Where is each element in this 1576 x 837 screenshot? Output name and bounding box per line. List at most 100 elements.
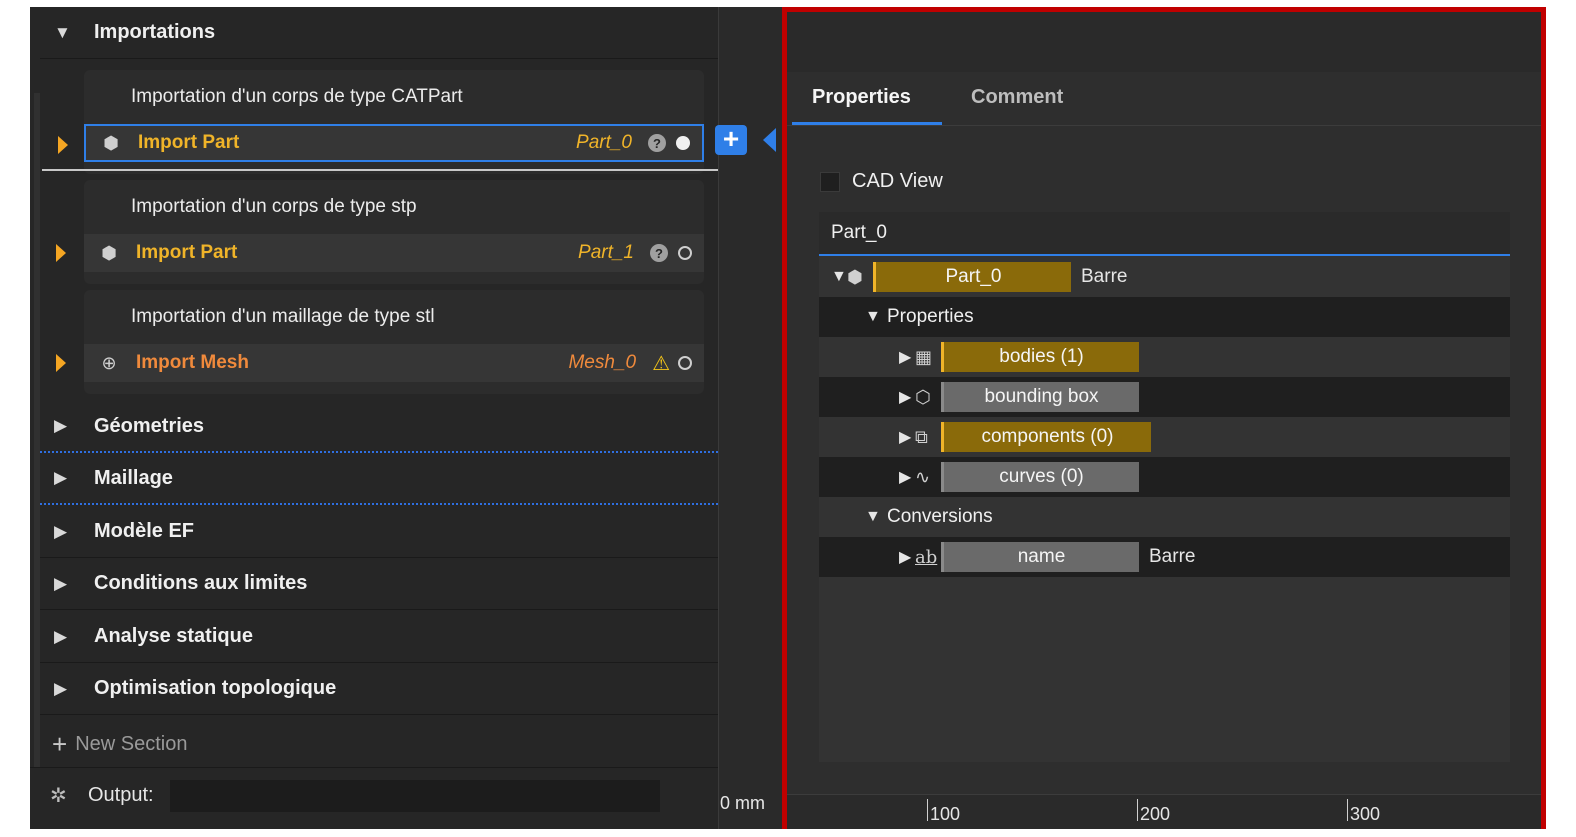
status-dot	[678, 356, 692, 370]
caret-right-icon[interactable]: ▶	[899, 347, 915, 367]
tree-item-name[interactable]: ▶ ab name Barre	[819, 537, 1510, 577]
chevron-down-icon[interactable]: ▼	[865, 308, 881, 326]
section-title: Optimisation topologique	[94, 677, 337, 699]
section-importations[interactable]: ▼ Importations	[40, 7, 718, 59]
caret-right-icon	[56, 244, 66, 262]
add-step-button[interactable]: +	[715, 125, 747, 155]
section-analyse[interactable]: ▶ Analyse statique	[40, 611, 718, 663]
group-label: Properties	[887, 306, 974, 327]
tree-root-row[interactable]: ▼ ⬢ Part_0 Barre	[819, 257, 1510, 297]
chevron-right-icon: ▶	[54, 573, 68, 593]
step-description: Importation d'un maillage de type stl	[131, 306, 435, 327]
tree-item-components[interactable]: ▶ ⧉ components (0)	[819, 417, 1510, 457]
item-name: name	[941, 542, 1139, 572]
active-tab-indicator	[792, 122, 942, 125]
divider	[42, 169, 718, 171]
tree-item-bounding-box[interactable]: ▶ ⬡ bounding box	[819, 377, 1510, 417]
collapse-arrow-icon[interactable]	[763, 128, 776, 152]
chevron-down-icon[interactable]: ▼	[865, 508, 881, 526]
app-window: ▼ Importations Importation d'un corps de…	[30, 7, 1546, 829]
section-title: Géometries	[94, 414, 205, 437]
chevron-down-icon: ▼	[54, 22, 71, 42]
box-icon: ⬡	[915, 386, 931, 407]
step-label: Import Part	[138, 132, 240, 153]
globe-icon: ⊕	[101, 352, 117, 373]
caret-right-icon[interactable]: ▶	[899, 387, 915, 407]
step-card[interactable]: Importation d'un corps de type CATPart ⬢…	[58, 70, 704, 174]
cad-view-checkbox[interactable]	[820, 171, 840, 192]
section-title: Analyse statique	[94, 625, 253, 647]
help-icon[interactable]: ?	[650, 244, 668, 262]
cube-icon: ⬢	[103, 132, 119, 153]
chevron-down-icon[interactable]: ▼	[831, 268, 847, 286]
plus-icon: +	[52, 729, 68, 759]
new-section-button[interactable]: + New Section	[52, 729, 187, 760]
step-card[interactable]: Importation d'un maillage de type stl ⊕ …	[56, 290, 704, 394]
properties-panel: Properties Comment CAD View Part_0 ▼ ⬢ P…	[782, 7, 1546, 829]
object-name: Part_1	[578, 242, 634, 263]
caret-right-icon[interactable]: ▶	[899, 467, 915, 487]
step-row[interactable]: ⬢ Import Part Part_0 ?	[58, 124, 704, 162]
tree-item-curves[interactable]: ▶ ∿ curves (0)	[819, 457, 1510, 497]
chevron-right-icon: ▶	[54, 678, 68, 698]
ruler-tick-label: 300	[1347, 799, 1380, 824]
warning-icon[interactable]: ⚠	[652, 351, 670, 376]
bodies-icon: ▦	[915, 346, 933, 367]
section-title: Conditions aux limites	[94, 572, 308, 594]
workflow-panel: ▼ Importations Importation d'un corps de…	[30, 7, 718, 829]
root-name: Part_0	[873, 262, 1071, 292]
property-tree: Part_0 ▼ ⬢ Part_0 Barre ▼ Properties ▶ ▦…	[819, 212, 1510, 762]
section-maillage[interactable]: ▶ Maillage	[40, 453, 718, 505]
section-geometries[interactable]: ▶ Géometries	[40, 401, 718, 453]
components-icon: ⧉	[915, 426, 928, 447]
step-card[interactable]: Importation d'un corps de type stp ⬢ Imp…	[56, 180, 704, 284]
caret-right-icon[interactable]: ▶	[899, 427, 915, 447]
object-name: Mesh_0	[568, 352, 637, 373]
step-description: Importation d'un corps de type stp	[131, 196, 417, 217]
tab-bar: Properties Comment	[787, 72, 1541, 126]
item-name: curves (0)	[941, 462, 1139, 492]
panel-toolbar	[787, 12, 1541, 72]
tab-properties[interactable]: Properties	[812, 86, 911, 109]
tab-comment[interactable]: Comment	[971, 86, 1063, 109]
root-value: Barre	[1081, 266, 1128, 287]
status-dot	[678, 246, 692, 260]
new-section-label: New Section	[75, 733, 188, 755]
item-name: bounding box	[941, 382, 1139, 412]
openai-icon: ✲	[50, 785, 67, 807]
step-row[interactable]: ⊕ Import Mesh Mesh_0 ⚠	[56, 344, 704, 382]
tree-group-properties[interactable]: ▼ Properties	[819, 297, 1510, 337]
object-name: Part_0	[576, 132, 632, 153]
step-label: Import Part	[136, 242, 238, 263]
ruler-tick-label: 200	[1137, 799, 1170, 824]
tree-item-bodies[interactable]: ▶ ▦ bodies (1)	[819, 337, 1510, 377]
output-field[interactable]	[169, 779, 660, 812]
ruler-origin-label: 0 mm	[720, 793, 765, 813]
tree-header: Part_0	[819, 212, 1510, 256]
caret-right-icon	[58, 136, 68, 154]
output-bar: ✲ Output:	[30, 767, 718, 823]
curve-icon: ∿	[915, 466, 931, 487]
output-label: Output:	[88, 784, 154, 806]
text-icon: ab	[915, 546, 938, 568]
help-icon[interactable]: ?	[648, 134, 666, 152]
step-description: Importation d'un corps de type CATPart	[131, 86, 463, 107]
tree-group-conversions[interactable]: ▼ Conversions	[819, 497, 1510, 537]
section-optimisation[interactable]: ▶ Optimisation topologique	[40, 663, 718, 715]
ruler: 100 200 300	[787, 794, 1541, 829]
section-modele-ef[interactable]: ▶ Modèle EF	[40, 506, 718, 558]
caret-right-icon	[56, 354, 66, 372]
cube-icon: ⬢	[847, 266, 863, 287]
section-title: Importations	[94, 21, 216, 43]
chevron-right-icon: ▶	[54, 468, 68, 487]
ruler-tick-label: 100	[927, 799, 960, 824]
chevron-right-icon: ▶	[54, 521, 68, 541]
cad-view-toggle[interactable]: CAD View	[820, 170, 943, 193]
section-title: Modèle EF	[94, 520, 195, 542]
status-dot	[676, 136, 690, 150]
section-conditions[interactable]: ▶ Conditions aux limites	[40, 558, 718, 610]
caret-right-icon[interactable]: ▶	[899, 547, 915, 567]
step-row[interactable]: ⬢ Import Part Part_1 ?	[56, 234, 704, 272]
item-name: components (0)	[941, 422, 1151, 452]
cube-icon: ⬢	[101, 242, 117, 263]
